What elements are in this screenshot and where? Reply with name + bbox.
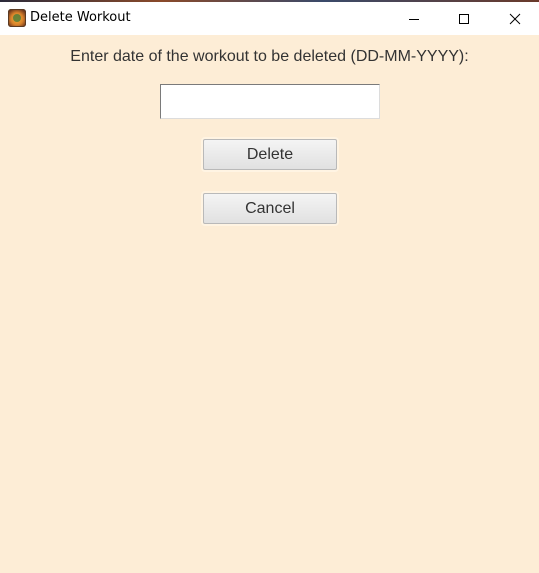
- maximize-icon: [459, 13, 469, 24]
- delete-button[interactable]: Delete: [203, 139, 337, 170]
- cancel-button[interactable]: Cancel: [203, 193, 337, 224]
- minimize-button[interactable]: [391, 2, 437, 35]
- maximize-button[interactable]: [441, 2, 487, 35]
- minimize-icon: [409, 18, 419, 20]
- window-title: Delete Workout: [30, 10, 131, 25]
- close-button[interactable]: [492, 2, 538, 35]
- workout-app-icon: [8, 9, 26, 27]
- close-icon: [509, 13, 521, 24]
- delete-workout-window: Delete Workout Enter date of the workout…: [0, 0, 539, 573]
- title-bar[interactable]: Delete Workout: [0, 2, 539, 35]
- workout-date-input[interactable]: [160, 84, 380, 119]
- date-prompt-label: Enter date of the workout to be deleted …: [70, 48, 469, 65]
